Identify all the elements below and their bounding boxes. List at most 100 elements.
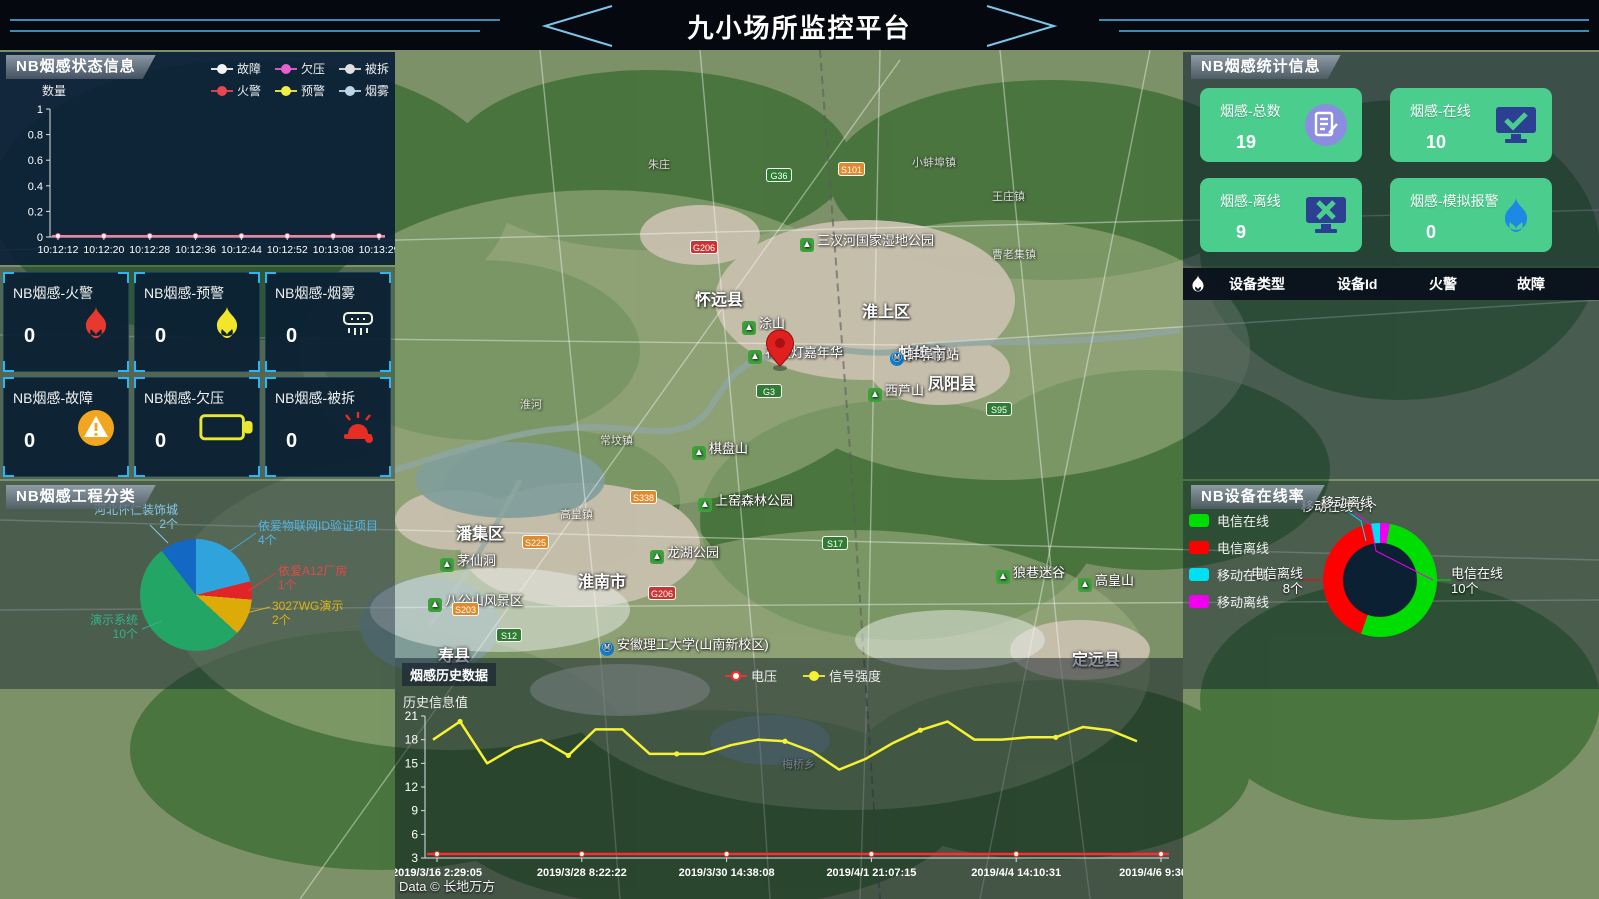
- road-badge: S17: [822, 536, 848, 550]
- corner-bracket: [249, 466, 260, 477]
- map-label: 淮河: [520, 396, 542, 412]
- map-label: ▲西芦山: [868, 380, 924, 402]
- status-card-label: NB烟感-预警: [144, 283, 224, 303]
- map-pin-icon[interactable]: [763, 328, 797, 372]
- monitor-x-icon: [1304, 193, 1348, 237]
- panel-status-trend: NB烟感状态信息 故障欠压被拆 火警预警烟雾 数量 00.20.40.60.81…: [0, 52, 395, 265]
- stat-card-value: 0: [1426, 222, 1436, 243]
- poi-icon: ▲: [650, 550, 664, 564]
- svg-text:15: 15: [405, 756, 419, 770]
- map-label: 淮上区: [862, 298, 910, 322]
- stat-card-label: 烟感-离线: [1220, 191, 1281, 211]
- donut-callout-telecom-online: 电信在线10个: [1451, 566, 1503, 596]
- poi-icon: ▲: [996, 570, 1010, 584]
- status-card-label: NB烟感-烟雾: [275, 283, 355, 303]
- poi-icon: ▲: [800, 238, 814, 252]
- status-legend-item[interactable]: 被拆: [339, 60, 389, 77]
- svg-text:2019/4/1 21:07:15: 2019/4/1 21:07:15: [826, 867, 916, 879]
- corner-bracket: [380, 361, 391, 372]
- donut-legend-item[interactable]: 电信离线: [1189, 538, 1269, 557]
- stat-card-value: 19: [1236, 132, 1256, 153]
- svg-text:10:12:12: 10:12:12: [38, 244, 79, 256]
- siren-icon: [336, 406, 380, 450]
- history-chart[interactable]: 369121518212019/3/16 2:29:052019/3/28 8:…: [395, 708, 1183, 898]
- map-label: ▲上窑森林公园: [698, 490, 793, 512]
- svg-text:0.4: 0.4: [28, 181, 43, 193]
- status-card-value: 0: [286, 430, 297, 453]
- poi-icon: ▲: [742, 321, 756, 335]
- svg-text:2019/3/28 8:22:22: 2019/3/28 8:22:22: [537, 867, 627, 879]
- map-label: ▲三汊河国家湿地公园: [800, 230, 934, 252]
- panel-stats-title: NB烟感统计信息: [1191, 55, 1341, 79]
- status-card-1[interactable]: NB烟感-火警0: [3, 272, 129, 372]
- svg-text:18: 18: [405, 733, 419, 747]
- detector-icon: [336, 301, 380, 345]
- status-card-6[interactable]: NB烟感-被拆 0: [265, 377, 391, 477]
- status-legend-item[interactable]: 故障: [211, 60, 261, 77]
- corner-bracket: [118, 272, 129, 283]
- map-label: Ⓜ蚌埠南站: [890, 344, 959, 366]
- panel-project-pie: NB烟感工程分类 依爱物联网ID验证项目4个依爱A12厂房1个3027WG演示2…: [0, 481, 395, 689]
- map-attribution: Data © 长地万方: [399, 876, 495, 895]
- flame-yellow-icon: [205, 301, 249, 345]
- panel-donut-title: NB设备在线率: [1191, 485, 1325, 509]
- map-label: 高皇镇: [560, 506, 593, 522]
- status-card-label: NB烟感-被拆: [275, 388, 355, 408]
- map-label: 朱庄: [648, 156, 670, 172]
- project-pie-chart[interactable]: [140, 539, 252, 651]
- panel-stats: NB烟感统计信息 烟感-总数19 烟感-在线10 烟感-离线9 烟感-模拟报警0: [1183, 52, 1599, 266]
- svg-text:10:12:28: 10:12:28: [129, 244, 170, 256]
- svg-text:10:12:36: 10:12:36: [175, 244, 216, 256]
- status-trend-chart[interactable]: 00.20.40.60.8110:12:1210:12:2010:12:2810…: [0, 97, 395, 265]
- status-card-value: 0: [155, 430, 166, 453]
- panel-online-rate: NB设备在线率 电信在线电信离线移动在线移动离线 电信在线10个 电信离线8个 …: [1183, 481, 1599, 689]
- dashboard-root: 怀远县淮上区蚌埠市凤阳县淮南市寿县定远县潘集区▲涂山▲花鼓灯嘉年华Ⓜ蚌埠南站▲西…: [0, 0, 1599, 899]
- corner-bracket: [380, 272, 391, 283]
- road-badge: G206: [648, 586, 676, 600]
- map-label: Ⓜ安徽理工大学(山南新校区): [600, 634, 769, 656]
- svg-text:2019/4/4 14:10:31: 2019/4/4 14:10:31: [971, 867, 1061, 879]
- history-legend-item[interactable]: 电压: [725, 666, 777, 685]
- device-col-type: 设备类型: [1221, 274, 1329, 294]
- warning-icon: [74, 406, 118, 450]
- pie-label: 演示系统10个: [20, 613, 138, 641]
- stat-card-1[interactable]: 烟感-总数19: [1200, 88, 1362, 162]
- svg-text:0: 0: [37, 232, 43, 244]
- donut-legend-item[interactable]: 电信在线: [1189, 511, 1269, 530]
- status-card-4[interactable]: NB烟感-故障0: [3, 377, 129, 477]
- status-card-2[interactable]: NB烟感-预警 0: [134, 272, 260, 372]
- map-label: 怀远县: [695, 286, 743, 310]
- history-legend-item[interactable]: 信号强度: [803, 666, 881, 685]
- road-badge: G36: [766, 168, 792, 182]
- status-card-value: 0: [24, 430, 35, 453]
- status-card-value: 0: [24, 325, 35, 348]
- station-icon: Ⓜ: [600, 642, 614, 656]
- svg-text:12: 12: [405, 780, 419, 794]
- corner-bracket: [265, 272, 276, 283]
- device-col-fault: 故障: [1509, 274, 1589, 294]
- corner-bracket: [134, 466, 145, 477]
- road-badge: S12: [496, 628, 522, 642]
- battery-icon: [197, 406, 255, 450]
- status-card-value: 0: [155, 325, 166, 348]
- corner-bracket: [249, 377, 260, 388]
- status-legend-item[interactable]: 欠压: [275, 60, 325, 77]
- corner-bracket: [118, 361, 129, 372]
- corner-bracket: [118, 466, 129, 477]
- svg-text:3: 3: [411, 851, 418, 865]
- donut-callout-telecom-offline: 电信离线8个: [1245, 566, 1303, 596]
- status-legend-row1: 故障欠压被拆: [211, 60, 389, 77]
- svg-text:6: 6: [411, 827, 418, 841]
- stat-card-2[interactable]: 烟感-在线10: [1390, 88, 1552, 162]
- map-label: 潘集区: [456, 520, 504, 544]
- map-label: 常坟镇: [600, 432, 633, 448]
- top-header: 九小场所监控平台: [0, 0, 1599, 50]
- status-card-value: 0: [286, 325, 297, 348]
- stat-card-3[interactable]: 烟感-离线9: [1200, 178, 1362, 252]
- panel-history: 烟感历史数据 历史信息值 电压信号强度 369121518212019/3/16…: [395, 658, 1183, 899]
- status-card-3[interactable]: NB烟感-烟雾 0: [265, 272, 391, 372]
- station-icon: Ⓜ: [890, 352, 904, 366]
- corner-bracket: [249, 361, 260, 372]
- status-card-5[interactable]: NB烟感-欠压0: [134, 377, 260, 477]
- stat-card-4[interactable]: 烟感-模拟报警0: [1390, 178, 1552, 252]
